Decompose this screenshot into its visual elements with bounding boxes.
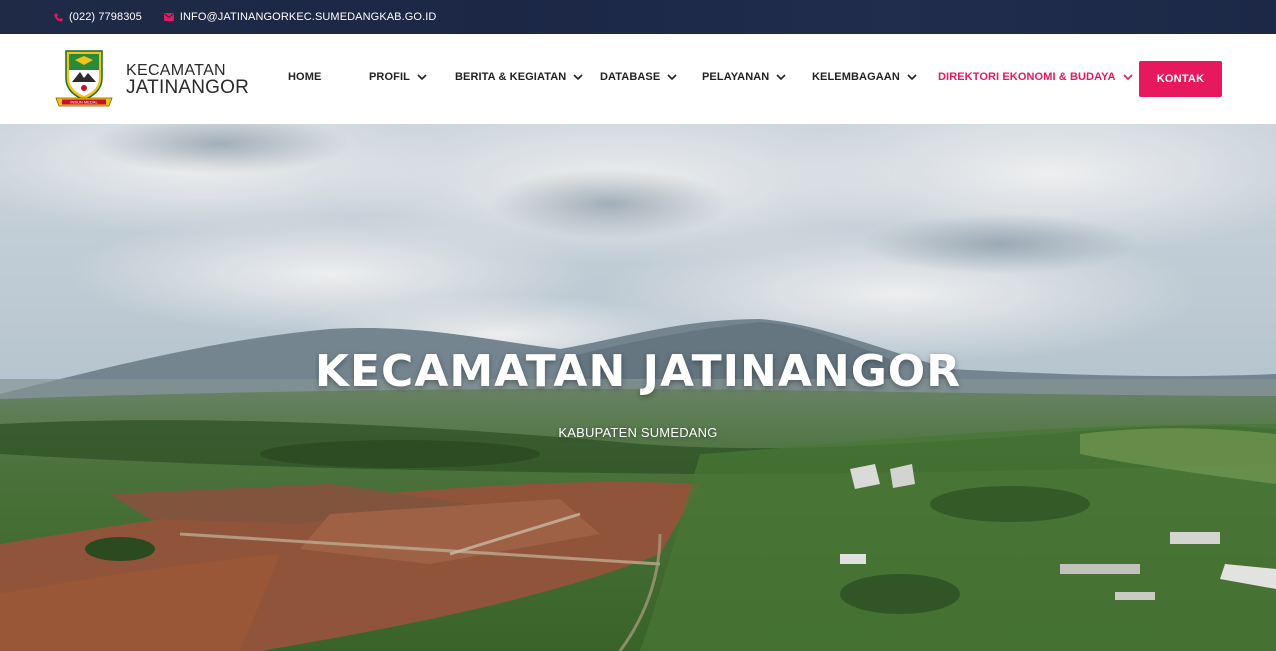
- nav-home-label: HOME: [288, 71, 322, 83]
- nav-direktori-ekonomi-budaya[interactable]: DIREKTORI EKONOMI & BUDAYA: [938, 71, 1133, 83]
- chevron-down-icon: [667, 73, 677, 81]
- hero-banner: KECAMATAN JATINANGOR KABUPATEN SUMEDANG: [0, 124, 1276, 651]
- hero-title: KECAMATAN JATINANGOR: [314, 346, 962, 397]
- site-logo[interactable]: KECAMATAN JATINANGOR: [126, 63, 250, 98]
- phone-number[interactable]: (022) 7798305: [69, 11, 142, 23]
- chevron-down-icon: [1123, 73, 1133, 81]
- nav-database-label: DATABASE: [600, 71, 661, 83]
- nav-direktori-label: DIREKTORI EKONOMI & BUDAYA: [938, 71, 1116, 83]
- emblem-motto: INSUN MEDAL: [70, 100, 98, 105]
- chevron-down-icon: [907, 73, 917, 81]
- phone-icon: [54, 12, 63, 22]
- nav-kelembagaan-label: KELEMBAGAAN: [812, 71, 900, 83]
- site-header: INSUN MEDAL KECAMATAN JATINANGOR HOME PR…: [0, 34, 1276, 124]
- top-contact-bar: (022) 7798305 INFO@JATINANGORKEC.SUMEDAN…: [0, 0, 1276, 34]
- nav-profil-label: PROFIL: [369, 71, 410, 83]
- envelope-icon: [163, 13, 174, 21]
- nav-pelayanan-label: PELAYANAN: [702, 71, 770, 83]
- nav-database[interactable]: DATABASE: [600, 71, 677, 83]
- nav-profil[interactable]: PROFIL: [369, 71, 427, 83]
- chevron-down-icon: [417, 73, 427, 81]
- hero-subtitle: KABUPATEN SUMEDANG: [558, 425, 718, 440]
- kontak-button[interactable]: KONTAK: [1139, 61, 1222, 97]
- nav-pelayanan[interactable]: PELAYANAN: [702, 71, 786, 83]
- nav-kelembagaan[interactable]: KELEMBAGAAN: [812, 71, 917, 83]
- email-contact[interactable]: INFO@JATINANGORKEC.SUMEDANGKAB.GO.ID: [163, 11, 437, 23]
- logo-line-2: JATINANGOR: [126, 77, 250, 98]
- regency-emblem-icon[interactable]: INSUN MEDAL: [55, 48, 113, 110]
- chevron-down-icon: [776, 73, 786, 81]
- nav-home[interactable]: HOME: [288, 71, 321, 83]
- chevron-down-icon: [573, 73, 583, 81]
- nav-berita-kegiatan[interactable]: BERITA & KEGIATAN: [455, 71, 583, 83]
- phone-contact[interactable]: (022) 7798305: [54, 11, 142, 23]
- email-address[interactable]: INFO@JATINANGORKEC.SUMEDANGKAB.GO.ID: [180, 11, 437, 23]
- nav-berita-label: BERITA & KEGIATAN: [455, 71, 567, 83]
